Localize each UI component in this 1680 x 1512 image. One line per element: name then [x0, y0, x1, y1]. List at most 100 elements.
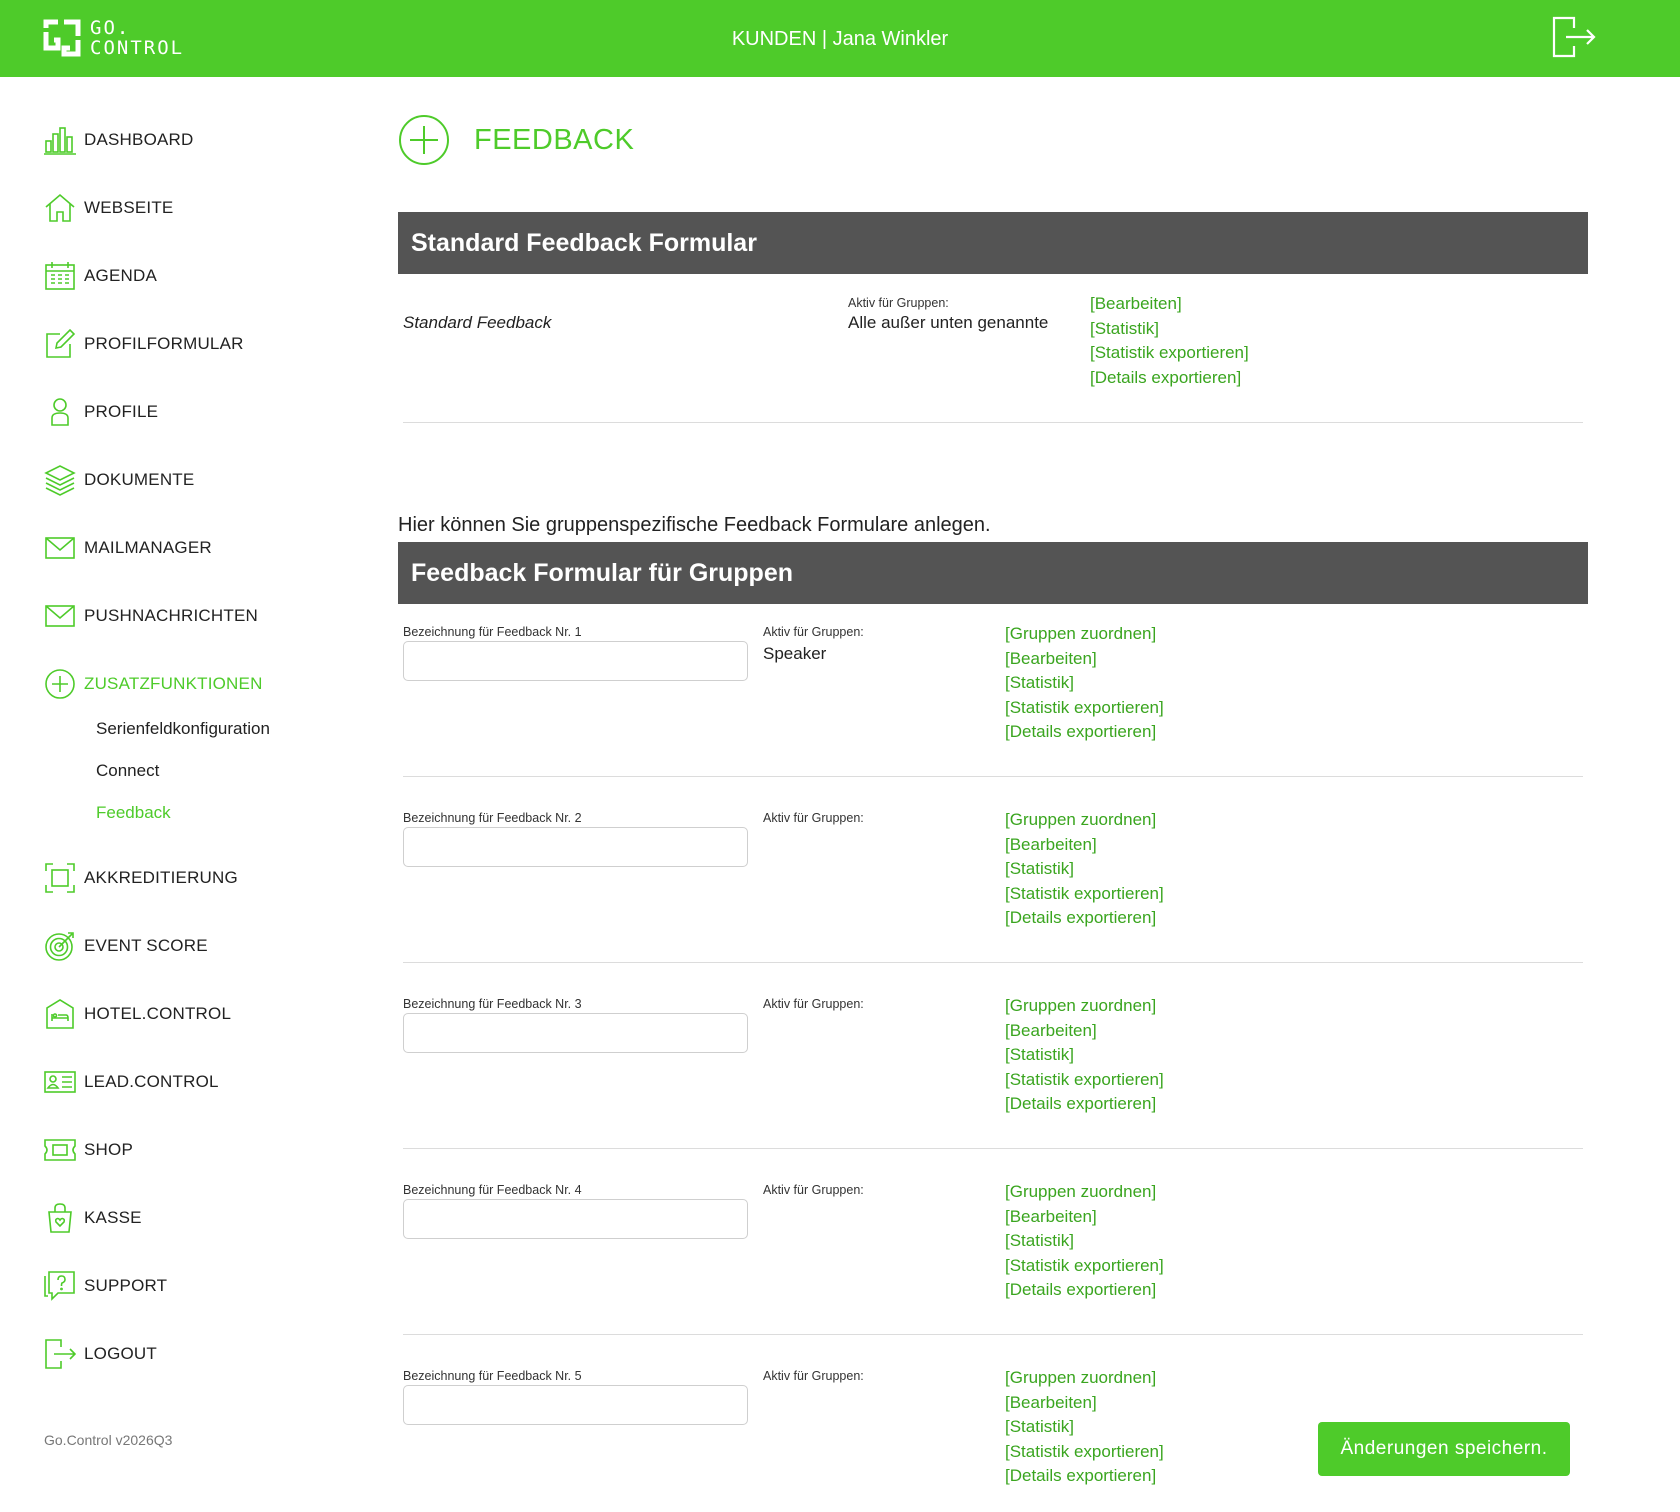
sidebar-item-mailmanager[interactable]: MAILMANAGER: [44, 528, 212, 568]
logout-icon[interactable]: [1552, 16, 1596, 58]
divider: [403, 422, 1583, 423]
sidebar-item-support[interactable]: SUPPORT: [44, 1266, 167, 1306]
help-chat-icon: [44, 1270, 76, 1302]
version-label: Go.Control v2026Q3: [44, 1432, 173, 1448]
standard-export-statistics-link[interactable]: [Statistik exportieren]: [1090, 341, 1249, 366]
edit-icon: [44, 328, 76, 360]
feedback-name-input-4[interactable]: [403, 1199, 748, 1239]
feedback-name-label: Bezeichnung für Feedback Nr. 3: [403, 997, 582, 1011]
plus-circle-icon[interactable]: [398, 114, 450, 166]
group-form-links: [Gruppen zuordnen] [Bearbeiten] [Statist…: [1005, 1180, 1164, 1303]
group-form-links: [Gruppen zuordnen] [Bearbeiten] [Statist…: [1005, 1366, 1164, 1489]
standard-groups-value: Alle außer unten genannte: [848, 313, 1049, 332]
scan-frame-icon: [44, 862, 76, 894]
standard-edit-link[interactable]: [Bearbeiten]: [1090, 292, 1249, 317]
sidebar: DASHBOARD WEBSEITE AGENDA PROFILFORMULAR…: [0, 77, 360, 1512]
id-card-icon: [44, 1066, 76, 1098]
feedback-name-label: Bezeichnung für Feedback Nr. 5: [403, 1369, 582, 1383]
export-statistics-link[interactable]: [Statistik exportieren]: [1005, 1068, 1164, 1093]
sidebar-item-webseite[interactable]: WEBSEITE: [44, 188, 173, 228]
feedback-name-input-5[interactable]: [403, 1385, 748, 1425]
sidebar-subitem-feedback[interactable]: Feedback: [96, 803, 171, 823]
edit-link[interactable]: [Bearbeiten]: [1005, 1391, 1164, 1416]
hotel-icon: [44, 998, 76, 1030]
export-statistics-link[interactable]: [Statistik exportieren]: [1005, 696, 1164, 721]
standard-export-details-link[interactable]: [Details exportieren]: [1090, 366, 1249, 391]
edit-link[interactable]: [Bearbeiten]: [1005, 647, 1164, 672]
group-form-links: [Gruppen zuordnen] [Bearbeiten] [Statist…: [1005, 994, 1164, 1117]
intro-text: Hier können Sie gruppenspezifische Feedb…: [398, 514, 991, 536]
statistics-link[interactable]: [Statistik]: [1005, 857, 1164, 882]
groups-value: Speaker: [763, 644, 827, 663]
top-bar: GO. CONTROL KUNDEN | Jana Winkler: [0, 0, 1680, 77]
statistics-link[interactable]: [Statistik]: [1005, 1229, 1164, 1254]
calendar-icon: [44, 260, 76, 292]
feedback-name-label: Bezeichnung für Feedback Nr. 2: [403, 811, 582, 825]
logout-icon: [44, 1338, 76, 1370]
edit-link[interactable]: [Bearbeiten]: [1005, 1205, 1164, 1230]
mail-icon: [44, 532, 76, 564]
export-statistics-link[interactable]: [Statistik exportieren]: [1005, 882, 1164, 907]
save-changes-button[interactable]: Änderungen speichern.: [1318, 1422, 1570, 1476]
export-details-link[interactable]: [Details exportieren]: [1005, 1464, 1164, 1489]
ticket-icon: [44, 1134, 76, 1166]
sidebar-item-pushnachrichten[interactable]: PUSHNACHRICHTEN: [44, 596, 258, 636]
sidebar-item-dokumente[interactable]: DOKUMENTE: [44, 460, 194, 500]
groups-label: Aktiv für Gruppen:: [763, 997, 864, 1011]
sidebar-subitem-connect[interactable]: Connect: [96, 761, 159, 781]
divider: [403, 1148, 1583, 1149]
divider: [403, 1334, 1583, 1335]
plus-circle-icon: [44, 668, 76, 700]
standard-statistics-link[interactable]: [Statistik]: [1090, 317, 1249, 342]
sidebar-item-event-score[interactable]: EVENT SCORE: [44, 926, 208, 966]
edit-link[interactable]: [Bearbeiten]: [1005, 1019, 1164, 1044]
sidebar-item-kasse[interactable]: KASSE: [44, 1198, 142, 1238]
sidebar-item-lead-control[interactable]: LEAD.CONTROL: [44, 1062, 219, 1102]
statistics-link[interactable]: [Statistik]: [1005, 1043, 1164, 1068]
export-details-link[interactable]: [Details exportieren]: [1005, 906, 1164, 931]
divider: [403, 776, 1583, 777]
group-form-links: [Gruppen zuordnen] [Bearbeiten] [Statist…: [1005, 808, 1164, 931]
shopping-bag-icon: [44, 1202, 76, 1234]
assign-groups-link[interactable]: [Gruppen zuordnen]: [1005, 1180, 1164, 1205]
export-statistics-link[interactable]: [Statistik exportieren]: [1005, 1440, 1164, 1465]
bar-chart-icon: [44, 124, 76, 156]
sidebar-item-profile[interactable]: PROFILE: [44, 392, 158, 432]
user-icon: [44, 396, 76, 428]
sidebar-item-hotel-control[interactable]: HOTEL.CONTROL: [44, 994, 231, 1034]
feedback-name-input-1[interactable]: [403, 641, 748, 681]
page-title: FEEDBACK: [474, 123, 635, 156]
layers-icon: [44, 464, 76, 496]
feedback-name-input-3[interactable]: [403, 1013, 748, 1053]
sidebar-item-profilformular[interactable]: PROFILFORMULAR: [44, 324, 244, 364]
export-details-link[interactable]: [Details exportieren]: [1005, 720, 1164, 745]
assign-groups-link[interactable]: [Gruppen zuordnen]: [1005, 1366, 1164, 1391]
groups-label: Aktiv für Gruppen:: [763, 811, 864, 825]
export-statistics-link[interactable]: [Statistik exportieren]: [1005, 1254, 1164, 1279]
standard-section-header: Standard Feedback Formular: [398, 212, 1588, 274]
feedback-name-input-2[interactable]: [403, 827, 748, 867]
statistics-link[interactable]: [Statistik]: [1005, 1415, 1164, 1440]
mail-icon: [44, 600, 76, 632]
groups-label: Aktiv für Gruppen:: [763, 1369, 864, 1383]
groups-label: Aktiv für Gruppen:: [763, 1183, 864, 1197]
sidebar-item-logout[interactable]: LOGOUT: [44, 1334, 157, 1374]
edit-link[interactable]: [Bearbeiten]: [1005, 833, 1164, 858]
assign-groups-link[interactable]: [Gruppen zuordnen]: [1005, 994, 1164, 1019]
divider: [403, 962, 1583, 963]
standard-feedback-name: Standard Feedback: [403, 313, 552, 332]
statistics-link[interactable]: [Statistik]: [1005, 671, 1164, 696]
sidebar-item-zusatzfunktionen[interactable]: ZUSATZFUNKTIONEN: [44, 664, 263, 704]
assign-groups-link[interactable]: [Gruppen zuordnen]: [1005, 622, 1164, 647]
export-details-link[interactable]: [Details exportieren]: [1005, 1278, 1164, 1303]
sidebar-subitem-serienfeldkonfiguration[interactable]: Serienfeldkonfiguration: [96, 719, 270, 739]
standard-groups-label: Aktiv für Gruppen:: [848, 296, 949, 310]
sidebar-item-akkreditierung[interactable]: AKKREDITIERUNG: [44, 858, 238, 898]
export-details-link[interactable]: [Details exportieren]: [1005, 1092, 1164, 1117]
sidebar-item-dashboard[interactable]: DASHBOARD: [44, 120, 194, 160]
groups-section-header: Feedback Formular für Gruppen: [398, 542, 1588, 604]
feedback-name-label: Bezeichnung für Feedback Nr. 4: [403, 1183, 582, 1197]
sidebar-item-shop[interactable]: SHOP: [44, 1130, 133, 1170]
sidebar-item-agenda[interactable]: AGENDA: [44, 256, 157, 296]
assign-groups-link[interactable]: [Gruppen zuordnen]: [1005, 808, 1164, 833]
